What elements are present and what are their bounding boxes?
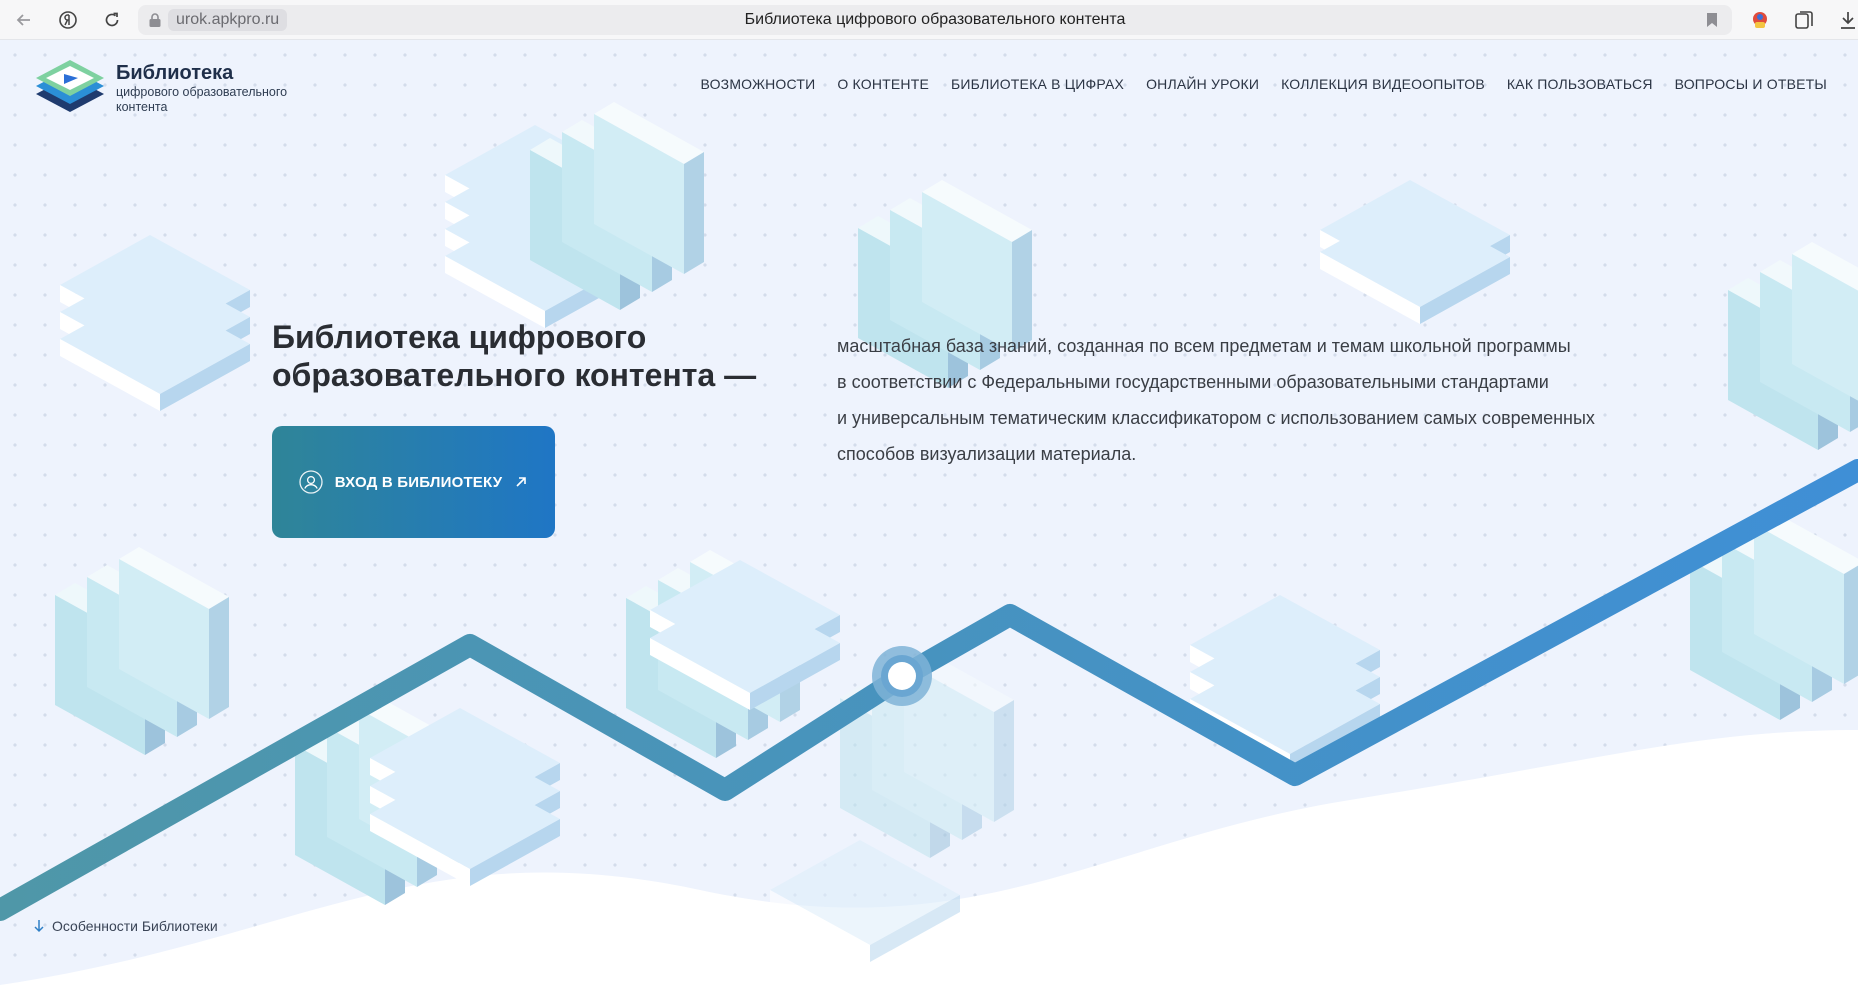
nav-item-library-stats[interactable]: БИБЛИОТЕКА В ЦИФРАХ bbox=[940, 76, 1135, 92]
yandex-icon bbox=[59, 11, 77, 29]
nav-item-video-experiments[interactable]: КОЛЛЕКЦИЯ ВИДЕООПЫТОВ bbox=[1270, 76, 1496, 92]
nav-item-online-lessons[interactable]: ОНЛАЙН УРОКИ bbox=[1135, 76, 1270, 92]
hero-description-line: способов визуализации материала. bbox=[837, 444, 1137, 464]
user-icon bbox=[299, 470, 323, 494]
browser-toolbar: urok.apkpro.ru Библиотека цифрового обра… bbox=[0, 0, 1858, 40]
arrow-up-right-icon bbox=[516, 477, 527, 487]
brand-subtitle: цифрового образовательного контента bbox=[116, 85, 288, 114]
main-nav: ВОЗМОЖНОСТИ О КОНТЕНТЕ БИБЛИОТЕКА В ЦИФР… bbox=[690, 76, 1839, 92]
nav-item-how-to-use[interactable]: КАК ПОЛЬЗОВАТЬСЯ bbox=[1496, 76, 1664, 92]
download-icon[interactable] bbox=[1836, 8, 1858, 32]
library-features-label: Особенности Библиотеки bbox=[52, 918, 218, 934]
hero-description-line: и универсальным тематическим классификат… bbox=[837, 408, 1595, 428]
hero-title: Библиотека цифрового образовательного ко… bbox=[272, 319, 757, 393]
nav-item-about-content[interactable]: О КОНТЕНТЕ bbox=[826, 76, 940, 92]
landing-page: Библиотека цифрового образовательного ко… bbox=[0, 40, 1858, 994]
extension-icon[interactable] bbox=[1748, 8, 1772, 32]
address-bar[interactable]: urok.apkpro.ru Библиотека цифрового обра… bbox=[138, 5, 1732, 35]
yandex-button[interactable] bbox=[56, 8, 80, 32]
nav-item-features[interactable]: ВОЗМОЖНОСТИ bbox=[690, 76, 827, 92]
reload-button[interactable] bbox=[100, 8, 124, 32]
hero-description-line: масштабная база знаний, созданная по все… bbox=[837, 336, 1571, 356]
hero-description-line: в соответствии с Федеральными государств… bbox=[837, 372, 1549, 392]
collections-icon[interactable] bbox=[1792, 8, 1816, 32]
reload-icon bbox=[105, 12, 119, 27]
library-logo-icon[interactable] bbox=[34, 58, 106, 114]
library-features-link[interactable]: Особенности Библиотеки bbox=[32, 918, 218, 934]
arrow-down-icon bbox=[34, 920, 44, 933]
tab-title: Библиотека цифрового образовательного ко… bbox=[744, 11, 1126, 28]
brand-title[interactable]: Библиотека bbox=[116, 62, 233, 85]
nav-item-faq[interactable]: ВОПРОСЫ И ОТВЕТЫ bbox=[1664, 76, 1838, 92]
arrow-left-icon bbox=[16, 14, 30, 26]
back-button[interactable] bbox=[12, 8, 36, 32]
enter-library-button[interactable]: ВХОД В БИБЛИОТЕКУ bbox=[272, 426, 555, 538]
hero-description: масштабная база знаний, созданная по все… bbox=[837, 328, 1697, 472]
enter-library-label: ВХОД В БИБЛИОТЕКУ bbox=[334, 473, 503, 491]
bookmark-icon[interactable] bbox=[1706, 12, 1718, 28]
